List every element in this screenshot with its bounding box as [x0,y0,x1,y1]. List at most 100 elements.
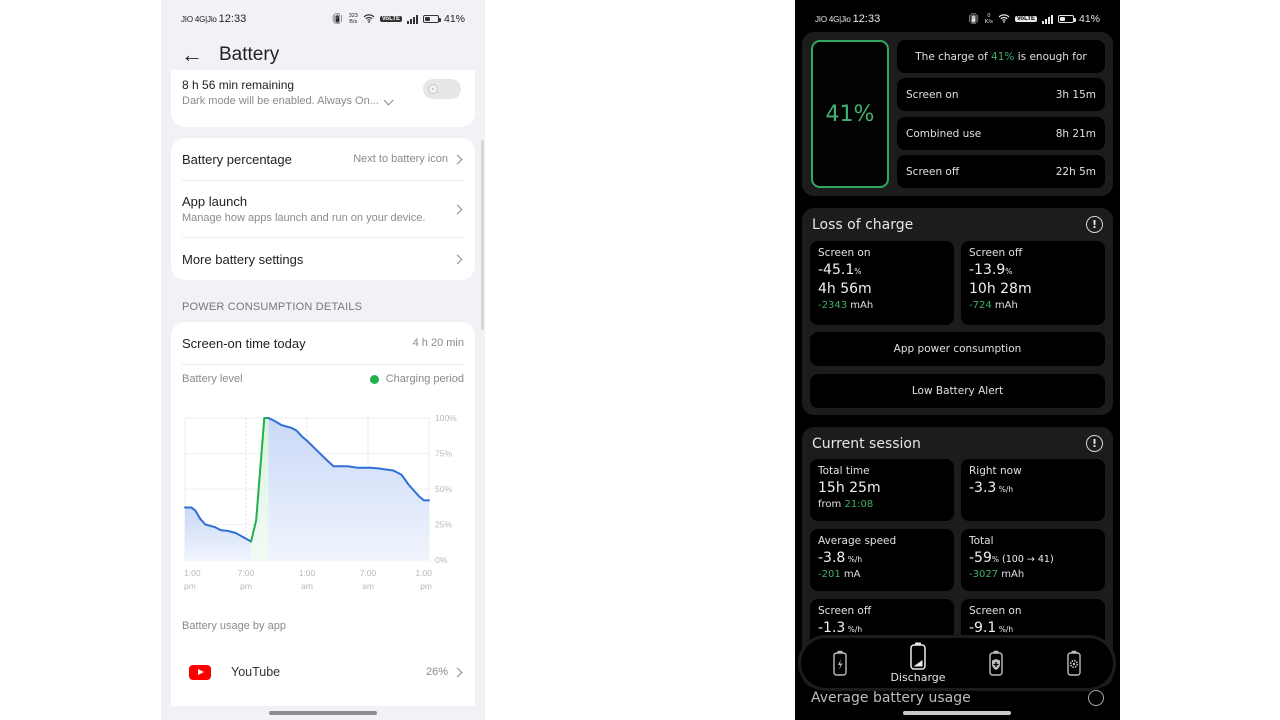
tile-duration: 4h 56m [818,281,872,297]
tile-value: -9.1 %/h [969,620,1097,636]
light-battery-settings-screen: JIO 4G|Jio 12:33 📳︎ 323 B/s VoLTE 41% ← B… [161,0,485,720]
percent-value: -13.9 [969,262,1006,278]
rate-unit: %/h [845,555,863,564]
clock: 12:33 [218,13,247,25]
scrollbar[interactable] [481,140,484,330]
battery-settings-icon [1067,650,1081,676]
battery-percent: 41% [443,13,465,25]
youtube-icon [189,664,211,680]
vibrate-icon: 📳︎ [330,13,344,25]
session-total-time-tile: Total time 15h 25m from 21:08 [810,459,954,521]
mah-value: -2343 [818,300,848,311]
x-tick-label: 1:00 [299,568,316,578]
back-arrow-icon[interactable]: ← [181,44,203,66]
tile-ma: -201 mA [818,569,946,580]
info-icon[interactable]: ! [1086,435,1103,452]
charging-legend-dot [369,374,379,384]
more-battery-settings-row[interactable]: More battery settings [182,238,464,280]
x-tick-label-period: pm [420,581,432,591]
enough-for-header: The charge of 41% is enough for [897,40,1105,73]
screen-on-label: Screen-on time today [182,335,306,351]
battery-settings-card: Battery percentage Next to battery icon … [171,138,475,280]
estimate-value: 3h 15m [1055,88,1096,101]
toggle-knob [428,84,438,94]
battery-level-graphic: 41% [811,40,889,188]
battery-percentage-row[interactable]: Battery percentage Next to battery icon [182,138,464,181]
app-percent: 26% [425,666,448,678]
info-icon[interactable]: ! [1086,216,1103,233]
nav-charge[interactable] [810,650,870,676]
tile-mah: -2343 mAh [818,300,946,311]
tile-label: Screen off [969,247,1023,259]
wifi-icon [998,13,1010,26]
app-usage-row-youtube[interactable]: YouTube 26% [182,657,464,687]
app-launch-row[interactable]: App launch Manage how apps launch and ru… [182,181,464,238]
x-tick-label: 7:00 [238,568,255,578]
dark-mode-subtitle: Dark mode will be enabled. Always On... [182,95,379,107]
mah-unit: mAh [847,300,874,311]
network-speed: 0 K/s [985,13,993,25]
ma-value: -201 [818,569,841,580]
app-power-consumption-button[interactable]: App power consumption [810,332,1105,366]
estimate-label: Screen on [906,88,959,101]
rate-value: -3.8 [818,550,846,566]
mah-unit: mAh [991,300,1018,311]
dark-battery-monitor-screen: JIO 4G|Jio 12:33 📳︎ 0K/s VoLTE 41% 41% [795,0,1120,720]
session-right-now-tile: Right now -3.3 %/h [961,459,1105,521]
tile-label: Screen on [969,605,1022,617]
row-label: More battery settings [182,251,304,267]
battery-health-icon [989,650,1003,676]
power-saving-toggle[interactable] [423,79,461,99]
row-subtitle: Manage how apps launch and run on your d… [182,212,426,224]
x-tick-label-period: am [362,581,374,591]
screen-on-time-row[interactable]: Screen-on time today 4 h 20 min [182,322,464,365]
battery-charging-icon [833,650,847,676]
session-total-tile: Total -59% (100 → 41) -3027 mAh [961,529,1105,591]
percent-unit: % [854,267,862,276]
y-tick-label: 100% [435,413,457,423]
mah-unit: mAh [998,569,1025,580]
ma-unit: mA [840,569,861,580]
battery-level-chart[interactable]: 100% 75% 50% 25% 0% 1:00 pm 7:00 pm 1:00 am 7:00 am… [171,402,475,602]
estimate-screen-off: Screen off 22h 5m [897,155,1105,188]
enough-for-text: The charge of 41% is enough for [915,51,1087,63]
row-label: App launch [182,194,248,209]
discharge-area [185,507,252,560]
nav-health[interactable] [966,650,1026,676]
tile-label: Total time [818,465,870,477]
usage-by-app-title: Battery usage by app [182,620,286,632]
y-tick-label: 50% [435,484,452,494]
total-range: (100 → 41) [999,554,1054,565]
carrier-label: JIO 4G|Jio [815,15,851,24]
nav-settings[interactable] [1044,650,1104,676]
panel-title: Current session [812,435,921,452]
power-consumption-card: Screen-on time today 4 h 20 min Battery … [171,322,475,706]
estimate-value: 22h 5m [1055,165,1096,178]
rate-unit: %/h [996,625,1014,634]
dark-mode-expand[interactable]: Dark mode will be enabled. Always On... [182,95,464,107]
panel-header: Loss of charge ! [812,216,1103,233]
battery-level-header: Battery level Charging period [182,365,464,393]
chevron-right-icon [452,204,463,214]
clock: 12:33 [852,13,881,25]
tile-label: Right now [969,465,1022,477]
panel-title: Loss of charge [812,216,914,233]
tile-mah: -724 mAh [969,300,1097,311]
chevron-right-icon [452,254,463,264]
chevron-right-icon [452,667,463,677]
rate-value: -9.1 [969,620,997,636]
vibrate-icon: 📳︎ [967,13,980,25]
from-prefix: from [818,499,845,510]
info-icon[interactable] [1088,690,1104,706]
volte-badge: VoLTE [1014,16,1037,22]
nav-discharge[interactable]: Discharge [888,642,948,684]
loss-screen-off-tile: Screen off -13.9% 10h 28m -724 mAh [961,241,1105,325]
home-indicator[interactable] [269,711,377,715]
home-indicator[interactable] [903,711,1011,715]
x-tick-label-period: pm [184,581,196,591]
rate-value: -1.3 [818,620,846,636]
tile-value: -3.8 %/h [818,550,946,566]
loss-of-charge-panel: Loss of charge ! Screen on -45.1% 4h 56m… [802,208,1113,415]
low-battery-alert-button[interactable]: Low Battery Alert [810,374,1105,408]
tile-mah: -3027 mAh [969,569,1097,580]
